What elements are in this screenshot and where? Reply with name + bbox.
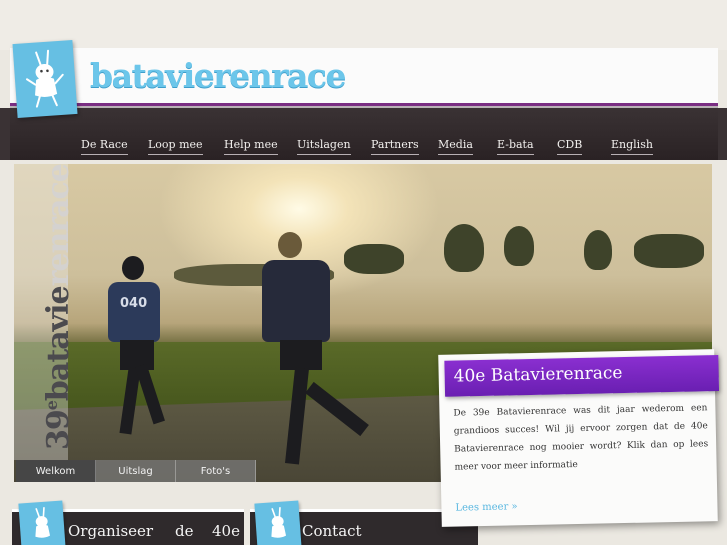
edition-suffix: e (42, 401, 61, 411)
runner-shirt (262, 260, 330, 342)
runner-shirt: 040 (108, 282, 160, 342)
rabbit-logo-icon (35, 506, 51, 538)
runner-shorts (280, 340, 322, 370)
news-text: De 39e Batavierenrace was dit jaar weder… (453, 403, 709, 473)
nav-item-english[interactable]: English (611, 138, 653, 155)
rabbit-logo-icon (25, 49, 64, 108)
news-card: 40e Batavierenrace De 39e Batavierenrace… (438, 349, 720, 527)
nav-item-media[interactable]: Media (438, 138, 473, 155)
nav-item-cdb[interactable]: CDB (557, 138, 583, 155)
nav-item-de-race[interactable]: De Race (81, 138, 128, 155)
edition-word-dark: batavie (41, 286, 76, 402)
photo-tree (344, 244, 404, 274)
edition-label: 39ebatavierenrace (41, 164, 76, 450)
runner-head (278, 232, 302, 258)
page-background (0, 0, 727, 50)
organise-badge (18, 500, 66, 545)
hero-tabs: Welkom Uitslag Foto's (16, 460, 256, 482)
main-nav: De Race Loop mee Help mee Uitslagen Part… (0, 108, 727, 160)
hero-tab-uitslag[interactable]: Uitslag (96, 460, 176, 482)
rabbit-logo-icon (271, 506, 287, 538)
organise-title-word[interactable]: de (175, 522, 193, 540)
runner-number: 040 (120, 296, 148, 311)
edition-number: 39 (41, 410, 76, 450)
runner-head (122, 256, 144, 280)
nav-item-e-bata[interactable]: E-bata (497, 138, 534, 155)
nav-item-loop-mee[interactable]: Loop mee (148, 138, 203, 155)
contact-title[interactable]: Contact (302, 522, 362, 540)
edition-word-faded: renrace (41, 164, 76, 287)
read-more-link[interactable]: Lees meer » (455, 501, 517, 513)
nav-item-partners[interactable]: Partners (371, 138, 419, 155)
contact-badge (254, 500, 302, 545)
nav-item-help-mee[interactable]: Help mee (224, 138, 278, 155)
photo-tree (444, 224, 484, 272)
organise-title-word[interactable]: 40e (212, 522, 240, 540)
photo-tree (504, 226, 534, 266)
organise-title-word[interactable]: Organiseer (68, 522, 153, 540)
news-title[interactable]: 40e Batavierenrace (453, 363, 622, 387)
hero-tab-fotos[interactable]: Foto's (176, 460, 256, 482)
photo-tree (584, 230, 612, 270)
photo-tree (634, 234, 704, 268)
hero-tab-welkom[interactable]: Welkom (16, 460, 96, 482)
site-title[interactable]: batavierenrace (90, 56, 347, 95)
nav-item-uitslagen[interactable]: Uitslagen (297, 138, 351, 155)
logo-badge[interactable] (12, 39, 78, 119)
news-title-bar: 40e Batavierenrace (444, 355, 720, 397)
